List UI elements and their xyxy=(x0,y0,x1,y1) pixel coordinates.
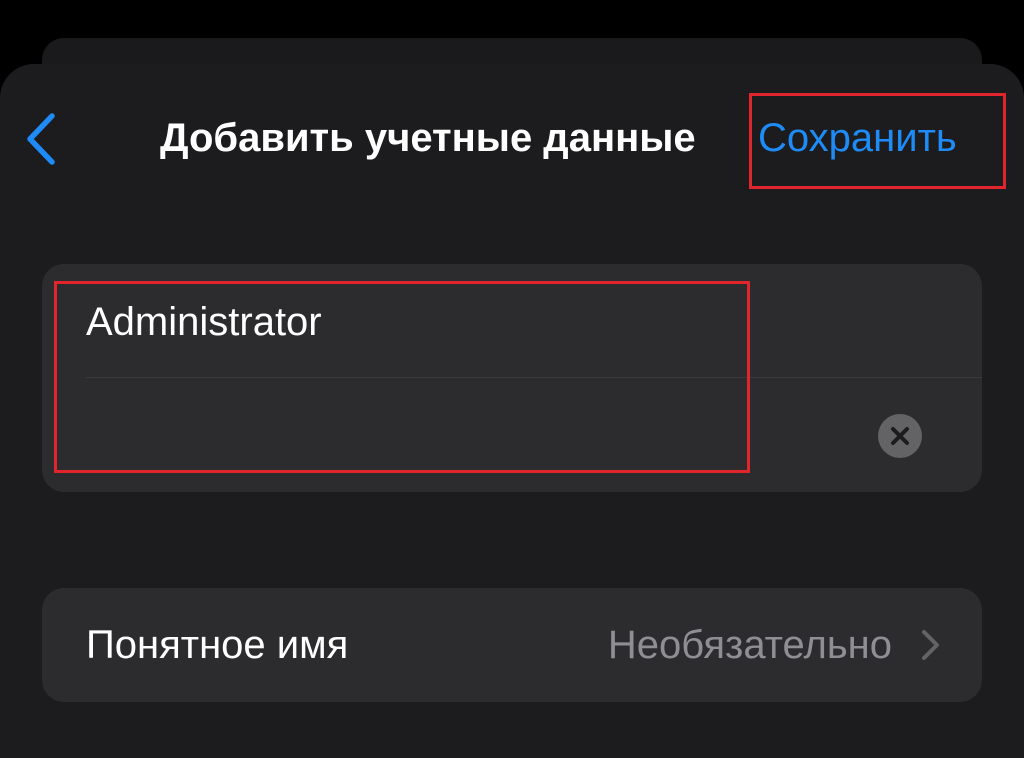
password-field[interactable] xyxy=(86,394,866,474)
screen: Добавить учетные данные Сохранить Admini… xyxy=(0,0,1024,758)
back-button[interactable] xyxy=(22,110,62,168)
friendly-name-value: Необязательно xyxy=(607,623,892,667)
credentials-group: Administrator xyxy=(42,264,982,492)
friendly-name-row[interactable]: Понятное имя Необязательно xyxy=(42,588,982,702)
clear-button[interactable] xyxy=(878,414,922,458)
field-divider xyxy=(86,377,982,378)
chevron-right-icon xyxy=(918,628,942,662)
save-button[interactable]: Сохранить xyxy=(758,110,988,166)
chevron-left-icon xyxy=(27,113,55,165)
clear-circle-icon xyxy=(891,427,909,445)
friendly-name-label: Понятное имя xyxy=(86,623,349,667)
username-field[interactable]: Administrator xyxy=(86,294,736,350)
page-title: Добавить учетные данные xyxy=(160,116,696,160)
